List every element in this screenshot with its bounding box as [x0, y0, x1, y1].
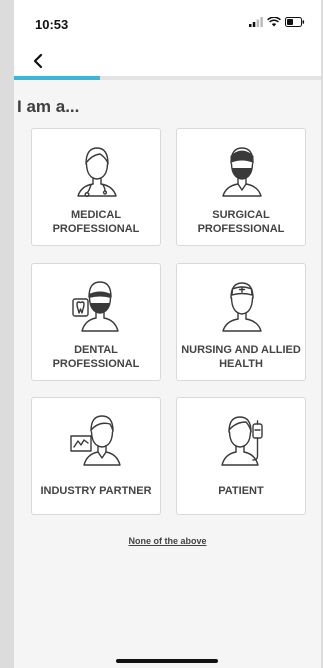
nurse-cap-icon [222, 282, 262, 332]
option-card-dental-professional[interactable]: DENTAL PROFESSIONAL [31, 263, 161, 381]
industry-chart-icon [70, 415, 121, 466]
patient-iv-drip-icon [221, 416, 263, 466]
page-title: I am a... [17, 97, 80, 116]
option-label: NURSING AND ALLIED HEALTH [181, 344, 301, 370]
option-card-industry-partner[interactable]: INDUSTRY PARTNER [31, 397, 161, 515]
chevron-left-icon [33, 53, 43, 69]
doctor-stethoscope-icon [77, 147, 117, 198]
dentist-tooth-icon [72, 281, 119, 332]
option-card-patient[interactable]: PATIENT [176, 397, 306, 515]
option-label: PATIENT [218, 485, 264, 497]
signal-icon [249, 17, 263, 27]
back-button[interactable] [24, 48, 52, 74]
status-bar: 10:53 [14, 0, 321, 46]
navigation-bar [14, 46, 321, 76]
status-time: 10:53 [35, 17, 69, 32]
option-card-surgical-professional[interactable]: SURGICAL PROFESSIONAL [176, 128, 306, 246]
option-label: INDUSTRY PARTNER [40, 485, 152, 497]
battery-icon [285, 17, 305, 27]
none-of-the-above-link[interactable]: None of the above [14, 536, 321, 546]
option-label: DENTAL PROFESSIONAL [52, 344, 140, 370]
home-indicator [116, 659, 218, 663]
option-label: MEDICAL PROFESSIONAL [52, 209, 140, 235]
option-label: SURGICAL PROFESSIONAL [197, 209, 285, 235]
option-card-nursing-allied-health[interactable]: NURSING AND ALLIED HEALTH [176, 263, 306, 381]
progress-bar-fill [14, 76, 100, 80]
app-screen: 10:53 I am a... MEDICAL PROFESSIONAL SUR… [14, 0, 321, 668]
surgeon-mask-icon [222, 147, 262, 197]
status-icons [249, 17, 305, 27]
option-card-medical-professional[interactable]: MEDICAL PROFESSIONAL [31, 128, 161, 246]
progress-bar [14, 76, 321, 80]
wifi-icon [267, 17, 281, 27]
